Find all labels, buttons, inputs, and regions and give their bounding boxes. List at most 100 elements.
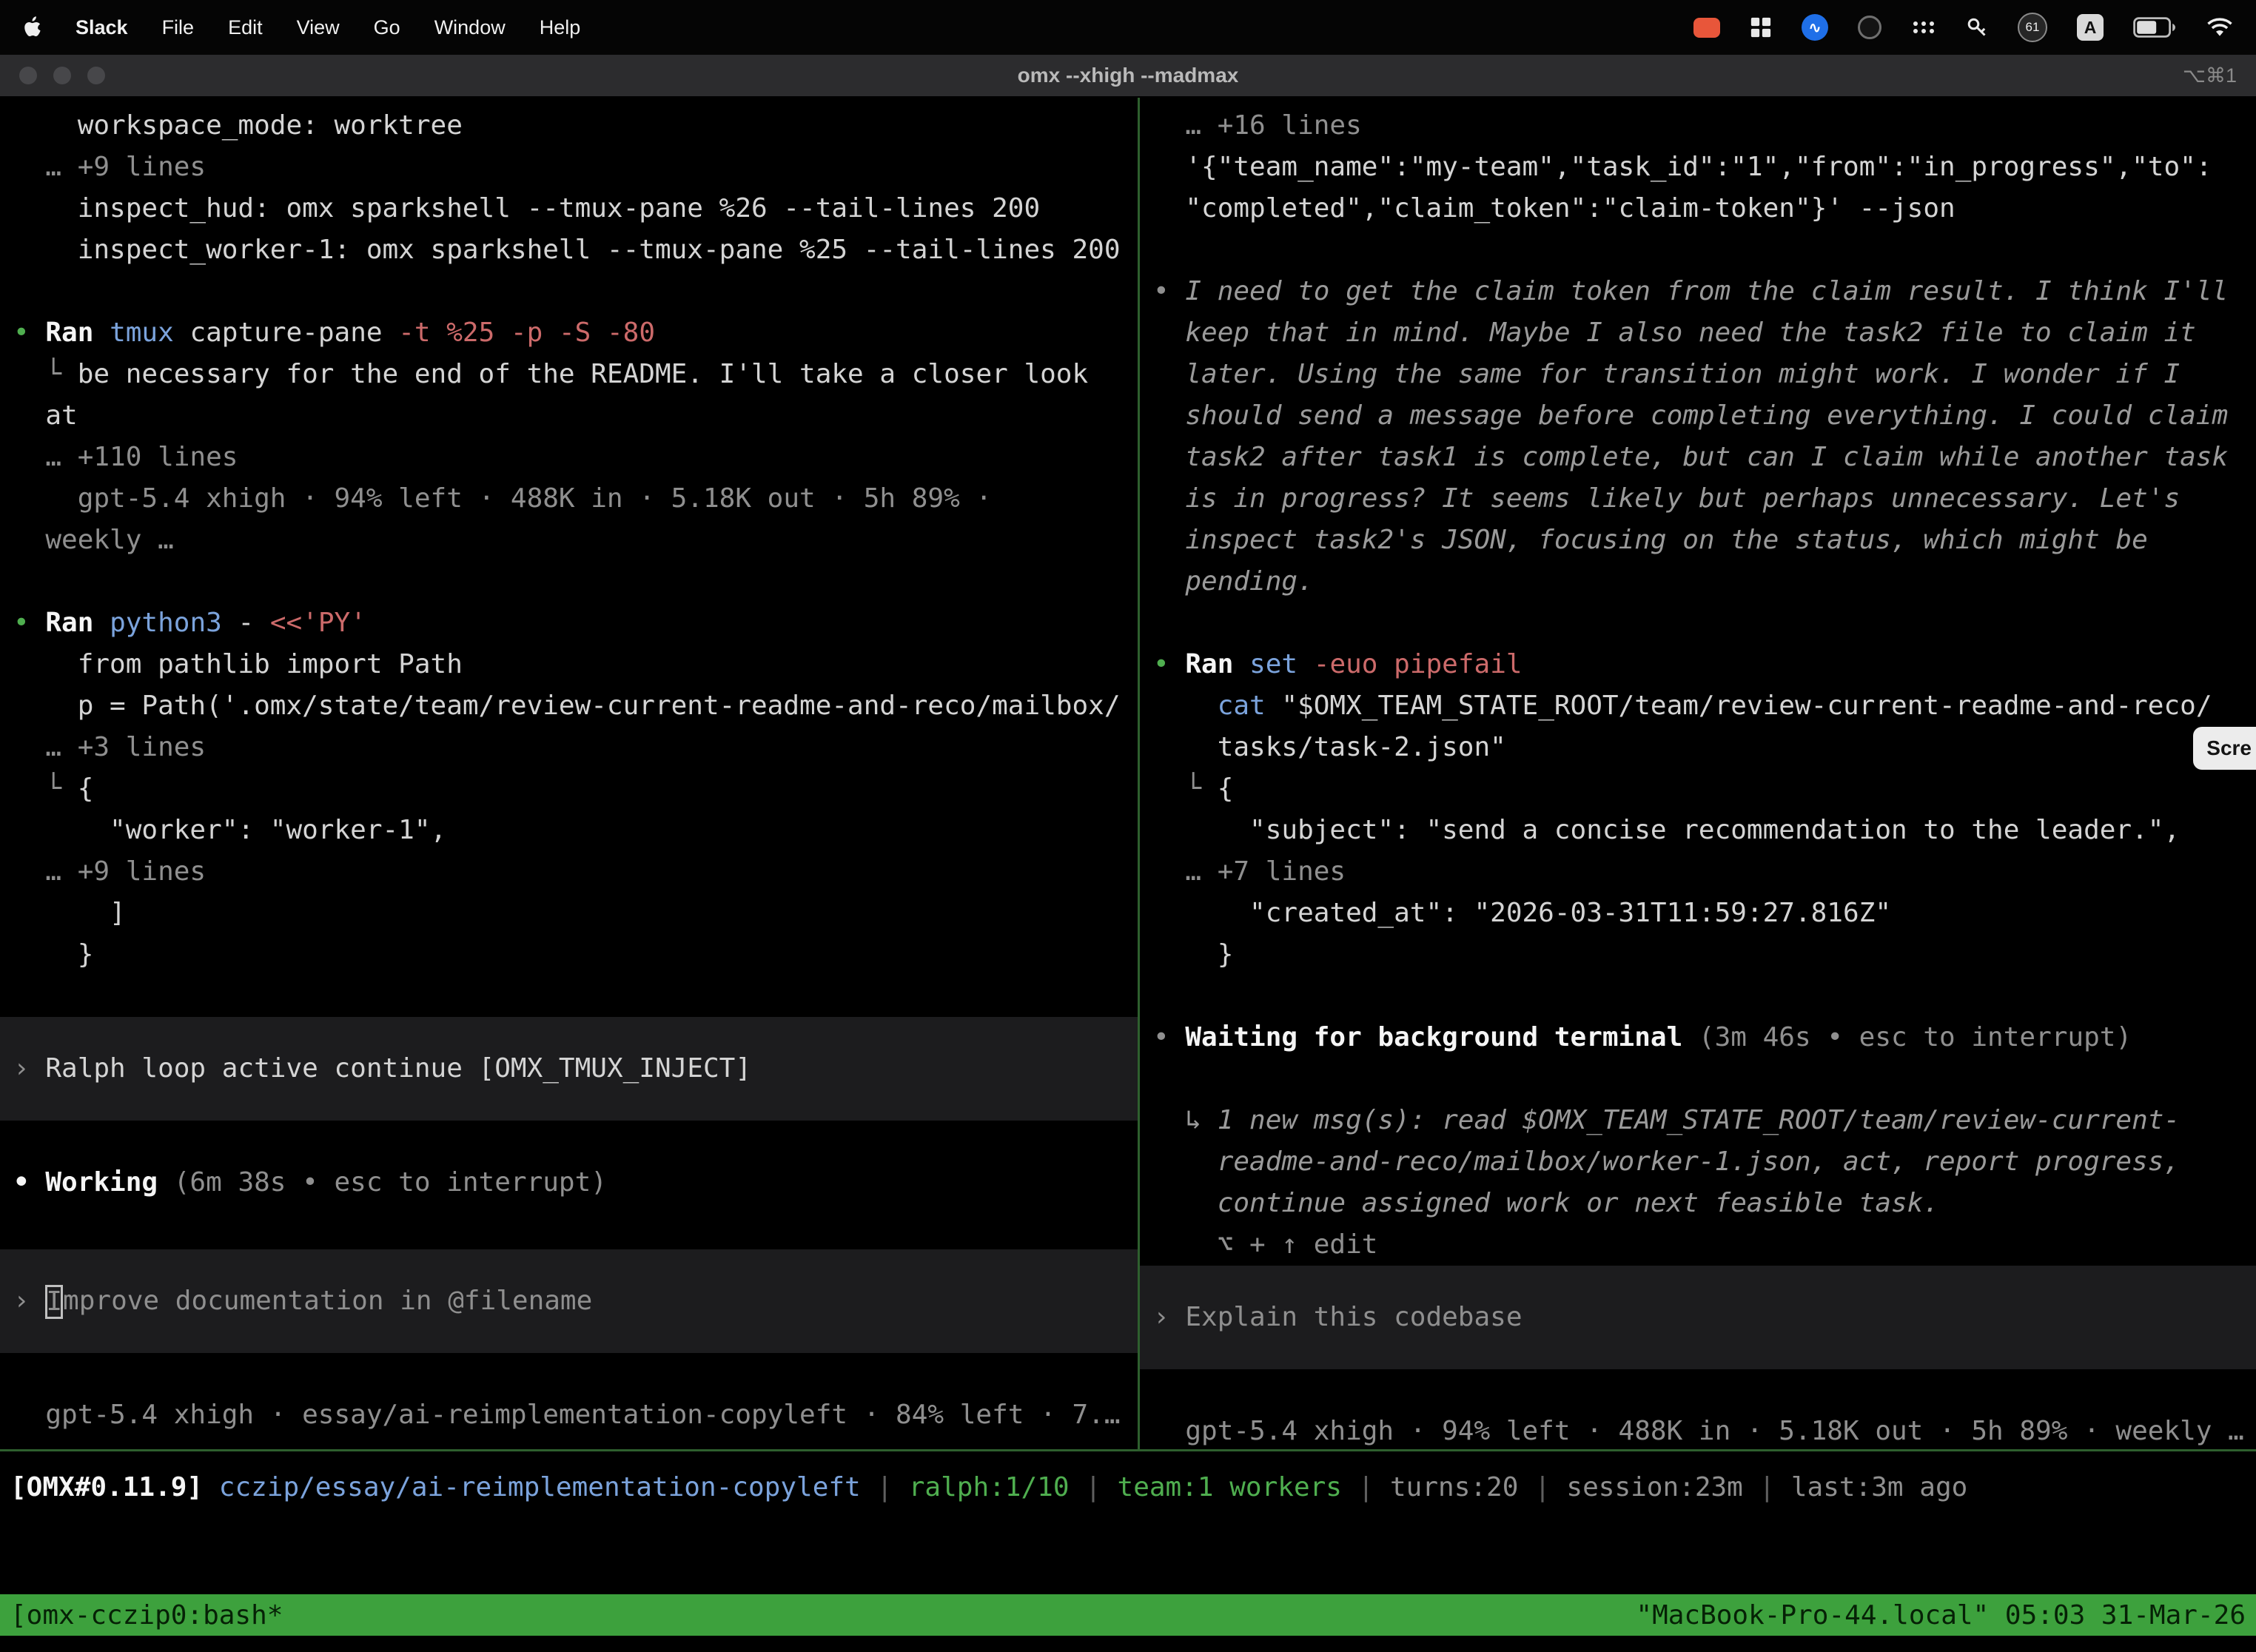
- window-grid-icon[interactable]: [1750, 16, 1772, 38]
- terminal-line: • Ran set -euo pipefail: [1140, 644, 2256, 685]
- terminal-line: … +110 lines: [0, 437, 1138, 478]
- pane-right-footer: › Explain this codebase gpt-5.4 xhigh · …: [1140, 1266, 2256, 1448]
- terminal-line: }: [1140, 934, 2256, 976]
- terminal-line: ↳ 1 new msg(s): read $OMX_TEAM_STATE_ROO…: [1140, 1100, 2256, 1141]
- terminal-line: [1140, 976, 2256, 1017]
- pane-status: gpt-5.4 xhigh · essay/ai-reimplementatio…: [0, 1394, 1138, 1436]
- terminal-line: [0, 271, 1138, 312]
- terminal-line: is in progress? It seems likely but perh…: [1140, 478, 2256, 520]
- terminal-line: … +9 lines: [0, 851, 1138, 893]
- terminal-line: keep that in mind. Maybe I also need the…: [1140, 312, 2256, 354]
- terminal-line: └ {: [1140, 768, 2256, 810]
- terminal-pane-right[interactable]: … +16 lines '{"team_name":"my-team","tas…: [1140, 98, 2256, 1448]
- composer-placeholder[interactable]: › Explain this codebase: [1140, 1266, 2256, 1369]
- screen: Slack File Edit View Go Window Help ∿ 61 A: [0, 0, 2256, 1652]
- active-app-name[interactable]: Slack: [75, 16, 128, 39]
- apple-menu-icon[interactable]: [22, 16, 41, 38]
- pane-right-output: … +16 lines '{"team_name":"my-team","tas…: [1140, 105, 2256, 1266]
- terminal-line: • Ran python3 - <<'PY': [0, 602, 1138, 644]
- menu-help[interactable]: Help: [540, 16, 581, 39]
- blue-app-icon[interactable]: ∿: [1802, 14, 1828, 41]
- terminal-line: [1140, 229, 2256, 271]
- battery-icon[interactable]: [2133, 17, 2176, 38]
- terminal-line: later. Using the same for transition mig…: [1140, 354, 2256, 395]
- terminal-line: tasks/task-2.json": [1140, 727, 2256, 768]
- omx-status-line: [OMX#0.11.9] cczip/essay/ai-reimplementa…: [0, 1472, 1967, 1502]
- terminal-line: inspect_hud: omx sparkshell --tmux-pane …: [0, 188, 1138, 229]
- terminal-pane-left[interactable]: workspace_mode: worktree … +9 lines insp…: [0, 98, 1138, 1448]
- terminal-line: … +9 lines: [0, 147, 1138, 188]
- window-title: omx --xhigh --madmax: [1018, 64, 1239, 87]
- wifi-icon[interactable]: [2206, 17, 2234, 38]
- menu-bar: Slack File Edit View Go Window Help ∿ 61 A: [0, 0, 2256, 55]
- keyboard-dots-icon[interactable]: [1911, 19, 1936, 36]
- pane-left-output: workspace_mode: worktree … +9 lines insp…: [0, 105, 1138, 1203]
- terminal-line: ⌥ + ↑ edit: [1140, 1224, 2256, 1266]
- menu-file[interactable]: File: [162, 16, 195, 39]
- terminal-line: [1140, 1369, 2256, 1411]
- terminal-line: • Waiting for background terminal (3m 46…: [1140, 1017, 2256, 1058]
- terminal-line: "created_at": "2026-03-31T11:59:27.816Z": [1140, 893, 2256, 934]
- terminal-line: ]: [0, 893, 1138, 934]
- window-titlebar[interactable]: omx --xhigh --madmax ⌥⌘1: [0, 55, 2256, 98]
- screenshot-popup[interactable]: Scre: [2193, 727, 2256, 770]
- terminal-line: [0, 976, 1138, 1017]
- traffic-lights: [19, 67, 105, 84]
- status-separator: [0, 1449, 2256, 1451]
- terminal-line: p = Path('.omx/state/team/review-current…: [0, 685, 1138, 727]
- terminal-line: from pathlib import Path: [0, 644, 1138, 685]
- terminal-line: task2 after task1 is complete, but can I…: [1140, 437, 2256, 478]
- terminal-line: at: [0, 395, 1138, 437]
- ralph-loop-banner[interactable]: › Ralph loop active continue [OMX_TMUX_I…: [0, 1017, 1138, 1121]
- tmux-session-window[interactable]: [omx-cczip0:bash*: [10, 1600, 283, 1631]
- passwords-key-icon[interactable]: [1966, 16, 1988, 38]
- terminal-line: '{"team_name":"my-team","task_id":"1","f…: [1140, 147, 2256, 188]
- input-source-icon[interactable]: A: [2077, 14, 2104, 41]
- tmux-status-bar: [omx-cczip0:bash* "MacBook-Pro-44.local"…: [0, 1594, 2256, 1636]
- terminal-line: [0, 561, 1138, 602]
- terminal-line: inspect task2's JSON, focusing on the st…: [1140, 520, 2256, 561]
- menu-view[interactable]: View: [297, 16, 340, 39]
- pane-left-footer: › Improve documentation in @filename gpt…: [0, 1249, 1138, 1448]
- window-shortcut: ⌥⌘1: [2183, 64, 2237, 87]
- terminal-line: }: [0, 934, 1138, 976]
- menu-edit[interactable]: Edit: [228, 16, 263, 39]
- stats-badge[interactable]: 61: [2018, 13, 2047, 42]
- terminal-line: cat "$OMX_TEAM_STATE_ROOT/team/review-cu…: [1140, 685, 2256, 727]
- pane-status: gpt-5.4 xhigh · 94% left · 488K in · 5.1…: [1140, 1411, 2256, 1448]
- terminal-line: workspace_mode: worktree: [0, 105, 1138, 147]
- terminal-line: "subject": "send a concise recommendatio…: [1140, 810, 2256, 851]
- menu-go[interactable]: Go: [374, 16, 400, 39]
- app-menus: File Edit View Go Window Help: [162, 16, 581, 39]
- terminal-line: • Working (6m 38s • esc to interrupt): [0, 1162, 1138, 1203]
- minimize-button[interactable]: [53, 67, 71, 84]
- terminal-line: [0, 1121, 1138, 1162]
- zoom-button[interactable]: [87, 67, 105, 84]
- terminal-line: pending.: [1140, 561, 2256, 602]
- terminal-line: should send a message before completing …: [1140, 395, 2256, 437]
- terminal-line: "worker": "worker-1",: [0, 810, 1138, 851]
- dark-circle-icon[interactable]: [1858, 16, 1881, 39]
- tmux-host-time: "MacBook-Pro-44.local" 05:03 31-Mar-26: [1636, 1600, 2246, 1631]
- terminal-line: … +7 lines: [1140, 851, 2256, 893]
- menu-window[interactable]: Window: [434, 16, 506, 39]
- omx-hud-status: [OMX#0.11.9] cczip/essay/ai-reimplementa…: [0, 1454, 2256, 1520]
- terminal-line: weekly …: [0, 520, 1138, 561]
- terminal-line: continue assigned work or next feasible …: [1140, 1183, 2256, 1224]
- terminal-line: • Ran tmux capture-pane -t %25 -p -S -80: [0, 312, 1138, 354]
- terminal-line: └ {: [0, 768, 1138, 810]
- terminal-line: • I need to get the claim token from the…: [1140, 271, 2256, 312]
- terminal-line: inspect_worker-1: omx sparkshell --tmux-…: [0, 229, 1138, 271]
- screen-recording-indicator-icon[interactable]: [1693, 18, 1720, 38]
- terminal-line: gpt-5.4 xhigh · 94% left · 488K in · 5.1…: [0, 478, 1138, 520]
- terminal-line: [0, 1353, 1138, 1394]
- terminal-line: └ be necessary for the end of the README…: [0, 354, 1138, 395]
- terminal-line: [1140, 1058, 2256, 1100]
- terminal-line: … +16 lines: [1140, 105, 2256, 147]
- terminal-line: [1140, 602, 2256, 644]
- terminal-line: readme-and-reco/mailbox/worker-1.json, a…: [1140, 1141, 2256, 1183]
- composer-placeholder[interactable]: › Improve documentation in @filename: [0, 1249, 1138, 1353]
- close-button[interactable]: [19, 67, 37, 84]
- terminal-line: … +3 lines: [0, 727, 1138, 768]
- terminal-line: "completed","claim_token":"claim-token"}…: [1140, 188, 2256, 229]
